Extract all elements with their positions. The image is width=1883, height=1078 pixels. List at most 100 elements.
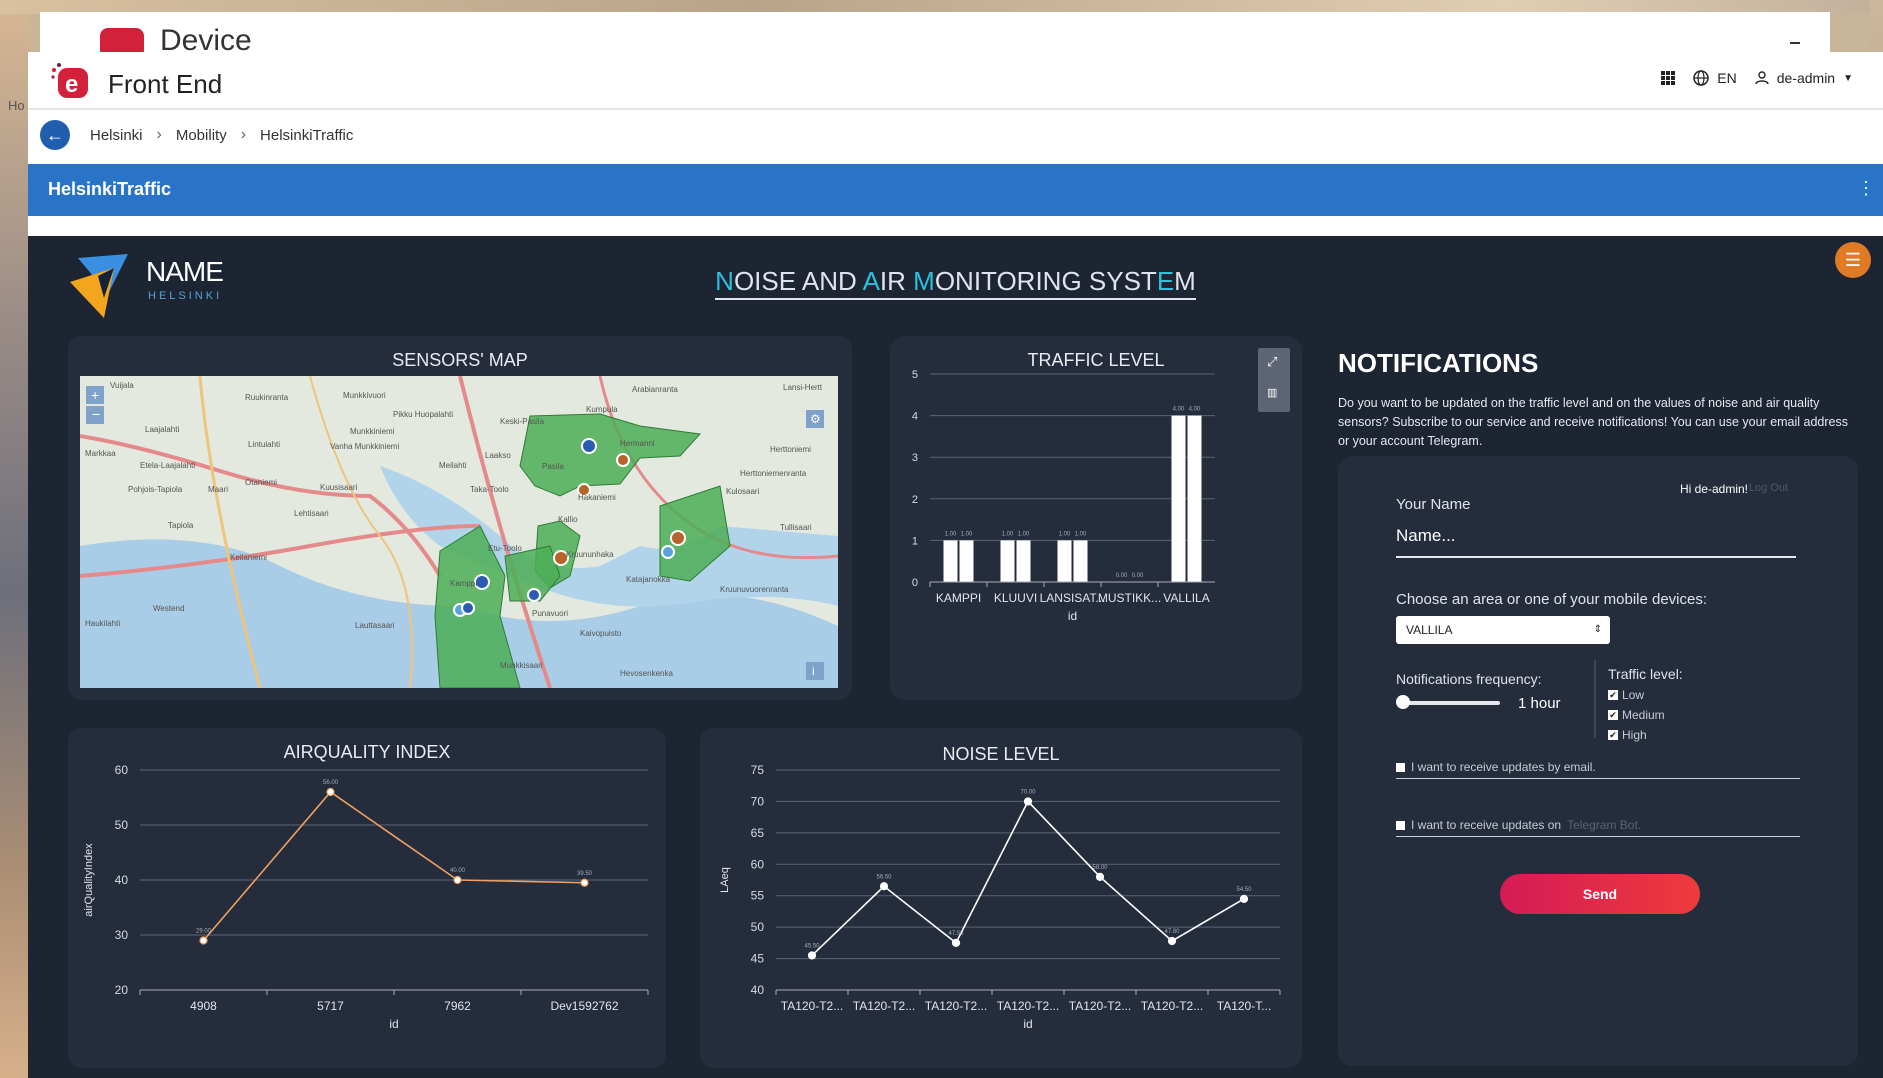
map-place-label: Punavuori bbox=[532, 609, 568, 618]
map-place-label: Etu-Toolo bbox=[488, 544, 522, 553]
x-tick-label: KLUUVI bbox=[994, 591, 1037, 605]
checkbox-label: High bbox=[1622, 728, 1647, 742]
language-button[interactable]: EN bbox=[1693, 70, 1737, 86]
map-place-label: Lintulahti bbox=[248, 440, 280, 449]
email-option-label: I want to receive updates by email. bbox=[1411, 760, 1596, 774]
minus-icon: − bbox=[92, 406, 100, 422]
dashboard: NAME HELSINKI NOISE AND AIR MONITORING S… bbox=[28, 236, 1883, 1078]
back-button[interactable]: ← bbox=[40, 120, 70, 150]
data-label: 1.00 bbox=[1059, 531, 1071, 537]
apps-button[interactable] bbox=[1661, 71, 1676, 85]
y-axis-label: airQualityIndex bbox=[83, 843, 95, 917]
send-button[interactable]: Send bbox=[1500, 874, 1700, 914]
data-point bbox=[1239, 894, 1249, 903]
x-tick-label: LANSISAT... bbox=[1040, 591, 1106, 605]
user-menu[interactable]: de-admin ▼ bbox=[1755, 70, 1853, 86]
y-tick-label: 75 bbox=[751, 763, 765, 777]
x-tick-label: KAMPPI bbox=[936, 591, 981, 605]
air-quality-chart: 20 30 40 50 60 4908 5717 7962 Dev1592762 29.00 56.… bbox=[83, 763, 649, 1031]
data-label: 45.50 bbox=[804, 943, 820, 949]
app-window: e Front End EN de-admin ▼ ← Helsinki › M… bbox=[28, 52, 1883, 1078]
map-place-label: Kallio bbox=[558, 515, 578, 524]
map-canvas[interactable]: Vuijala Ruukinranta Munkkivuori Pikku Hu… bbox=[80, 376, 838, 688]
traffic-level-card: TRAFFIC LEVEL 0 1 2 3 4 5 1.00 1.00 KAMPPI 1.00 1.… bbox=[890, 336, 1302, 700]
checkbox-label: Medium bbox=[1622, 708, 1665, 722]
greeting: Hi de-admin! bbox=[1679, 482, 1748, 496]
y-tick-label: 30 bbox=[115, 928, 129, 942]
map-place-label: Lauttasaari bbox=[355, 621, 395, 630]
map-place-label: Lansi-Hertt bbox=[783, 383, 823, 392]
chevron-right-icon: › bbox=[240, 126, 247, 143]
data-label: 54.50 bbox=[1236, 887, 1252, 893]
chart-toolbar: ⤢ ▥ bbox=[1258, 348, 1290, 412]
map-place-label: Kulosaari bbox=[726, 487, 760, 496]
map-place-label: Tullisaari bbox=[780, 523, 812, 532]
breadcrumb-item-current: HelsinkiTraffic bbox=[260, 126, 354, 144]
check-icon: ✔ bbox=[1608, 730, 1618, 740]
checkbox-medium[interactable]: ✔ Medium bbox=[1608, 708, 1665, 722]
bar bbox=[1000, 540, 1015, 582]
title-letter: A bbox=[862, 266, 880, 296]
x-tick-label: Dev1592762 bbox=[550, 999, 618, 1013]
y-axis-label: LAeq bbox=[719, 867, 731, 893]
title-letter: E bbox=[1156, 266, 1175, 296]
checkbox[interactable] bbox=[1396, 820, 1405, 830]
map-place-label: Kumpula bbox=[586, 405, 618, 414]
bar bbox=[1171, 415, 1186, 582]
bar bbox=[1016, 540, 1031, 582]
map-place-label: Keilaniemi bbox=[230, 553, 267, 562]
y-tick-label: 0 bbox=[912, 577, 918, 589]
more-vertical-icon[interactable]: ⋮ bbox=[1857, 178, 1875, 199]
x-tick-label: TA120-T2... bbox=[1141, 999, 1203, 1013]
user-icon bbox=[1755, 71, 1769, 85]
y-tick-label: 45 bbox=[751, 952, 765, 966]
minimize-icon[interactable] bbox=[1790, 42, 1800, 44]
traffic-level-label: Traffic level: bbox=[1608, 666, 1683, 682]
map-place-label: Vanha Munkkiniemi bbox=[330, 442, 399, 451]
checkbox-label: Low bbox=[1622, 688, 1645, 702]
traffic-chart: 0 1 2 3 4 5 1.00 1.00 KAMPPI 1.00 1.00 KLUUVI 1.00 1.… bbox=[912, 369, 1215, 623]
map-place-label: Hermanni bbox=[620, 439, 655, 448]
sensors-map-card: SENSORS' MAP Vuijala Ruukinranta Munkkiv… bbox=[68, 336, 852, 700]
data-point bbox=[807, 951, 817, 960]
check-icon: ✔ bbox=[1608, 710, 1618, 720]
breadcrumb-item[interactable]: Mobility bbox=[176, 127, 227, 144]
map-place-label: Kamppi bbox=[450, 579, 477, 588]
expand-icon[interactable]: ⤢ bbox=[1267, 354, 1277, 370]
sensors-map[interactable]: Vuijala Ruukinranta Munkkivuori Pikku Hu… bbox=[80, 376, 838, 688]
data-label: 70.00 bbox=[1020, 789, 1036, 795]
checkbox-high[interactable]: ✔ High bbox=[1608, 728, 1647, 742]
arrow-left-icon: ← bbox=[46, 125, 64, 145]
gear-icon: ⚙ bbox=[810, 412, 821, 426]
y-tick-label: 40 bbox=[115, 873, 129, 887]
map-place-label: Meilahti bbox=[439, 461, 467, 470]
name-input[interactable]: Name... bbox=[1396, 526, 1796, 558]
bar-chart-icon[interactable]: ▥ bbox=[1267, 386, 1277, 399]
bar bbox=[1073, 540, 1088, 582]
email-option[interactable]: I want to receive updates by email. bbox=[1396, 760, 1800, 779]
frequency-slider[interactable] bbox=[1400, 701, 1500, 705]
menu-icon[interactable]: ☰ bbox=[1835, 242, 1871, 278]
telegram-bot-link[interactable]: Telegram Bot. bbox=[1567, 818, 1641, 832]
checkbox-low[interactable]: ✔ Low bbox=[1608, 688, 1644, 702]
y-tick-label: 40 bbox=[751, 983, 765, 997]
checkbox[interactable] bbox=[1396, 762, 1405, 772]
title-letter: N bbox=[715, 266, 734, 296]
telegram-option[interactable]: I want to receive updates on Telegram Bo… bbox=[1396, 818, 1800, 837]
breadcrumb-item[interactable]: Helsinki bbox=[90, 127, 143, 144]
x-tick-label: TA120-T2... bbox=[781, 999, 843, 1013]
area-select[interactable]: VALLILA ⇕ bbox=[1396, 616, 1610, 644]
frequency-slider-handle[interactable] bbox=[1396, 695, 1410, 709]
map-place-label: Maari bbox=[208, 485, 228, 494]
map-place-label: Markkaa bbox=[85, 449, 116, 458]
y-tick-label: 4 bbox=[912, 411, 918, 423]
map-info-button[interactable] bbox=[806, 662, 824, 680]
data-label: 29.00 bbox=[196, 929, 212, 935]
logout-link[interactable]: Log Out bbox=[1749, 482, 1788, 494]
y-tick-label: 60 bbox=[751, 857, 765, 871]
frequency-value: 1 hour bbox=[1518, 695, 1561, 712]
data-label: 1.00 bbox=[1075, 531, 1087, 537]
app-logo-icon: e bbox=[51, 63, 88, 98]
chevron-right-icon: › bbox=[156, 126, 162, 143]
map-place-label: Otaniemi bbox=[245, 478, 277, 487]
